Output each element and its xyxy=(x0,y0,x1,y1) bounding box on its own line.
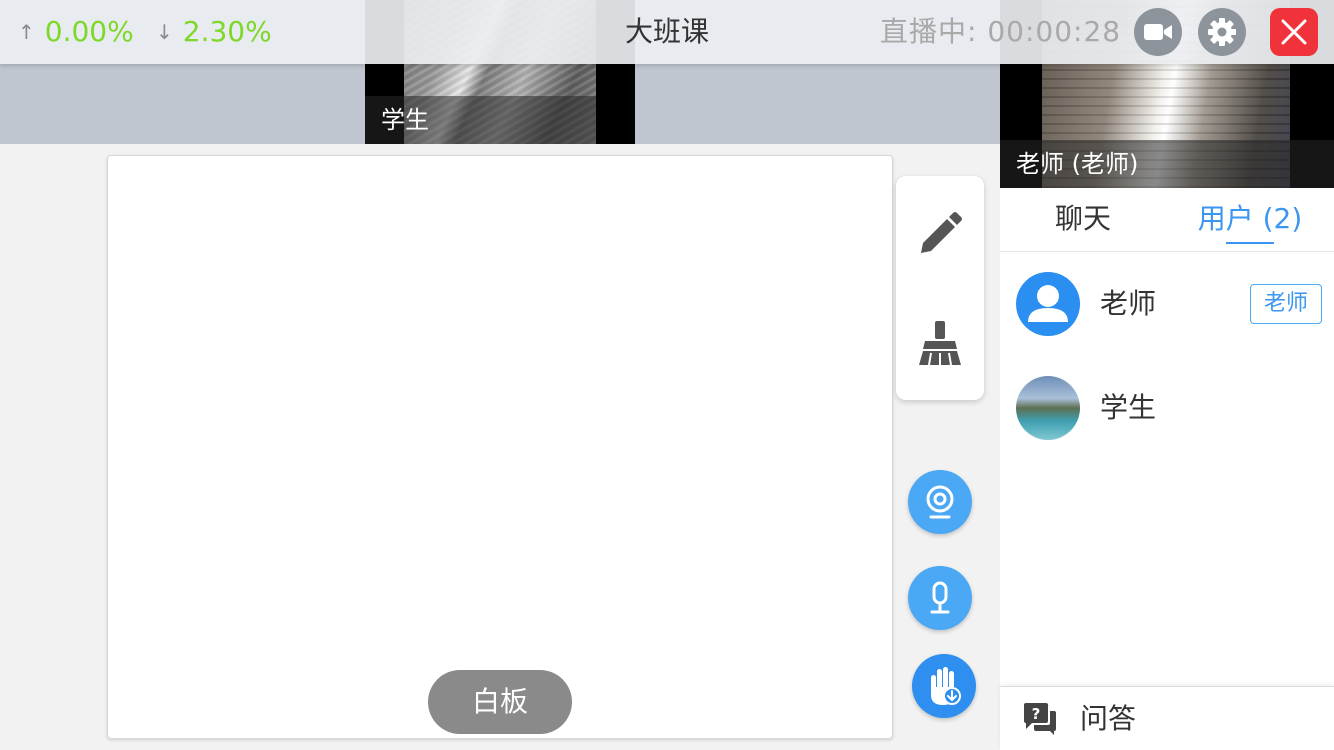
whiteboard-canvas[interactable] xyxy=(107,155,893,739)
video-camera-icon xyxy=(1144,24,1172,40)
user-list-item[interactable]: 学生 xyxy=(1000,356,1334,460)
camera-toggle-button[interactable] xyxy=(1134,8,1182,56)
close-button[interactable] xyxy=(1270,8,1318,56)
live-status: 直播中: 00:00:28 xyxy=(880,15,1122,48)
qa-label: 问答 xyxy=(1080,702,1137,735)
gear-icon xyxy=(1208,18,1236,46)
download-arrow-icon: ↓ xyxy=(156,20,173,44)
header-bar: ↑ 0.00% ↓ 2.30% 大班课 直播中: 00:00:28 xyxy=(0,0,1334,64)
avatar xyxy=(1016,272,1080,336)
close-icon xyxy=(1281,19,1307,45)
upload-rate: 0.00% xyxy=(44,15,134,48)
tab-chat[interactable]: 聊天 xyxy=(1028,188,1138,250)
teacher-video-label: 老师 (老师) xyxy=(1000,140,1334,188)
student-video-label: 学生 xyxy=(365,96,596,144)
raise-hand-icon xyxy=(931,667,961,705)
tab-users[interactable]: 用户 (2) xyxy=(1190,188,1310,250)
upload-stat: ↑ 0.00% xyxy=(18,14,134,50)
whiteboard-label[interactable]: 白板 xyxy=(428,670,572,734)
webcam-button[interactable] xyxy=(908,470,972,534)
download-stat: ↓ 2.30% xyxy=(156,14,272,50)
raise-hand-button[interactable] xyxy=(912,654,976,718)
user-name: 学生 xyxy=(1100,391,1157,424)
user-name: 老师 xyxy=(1100,287,1157,320)
svg-text:?: ? xyxy=(1032,705,1041,723)
role-badge: 老师 xyxy=(1250,284,1322,324)
user-icon xyxy=(1028,285,1068,322)
microphone-button[interactable] xyxy=(908,566,972,630)
qa-button[interactable]: ? 问答 xyxy=(1000,686,1334,750)
user-list-item[interactable]: 老师 老师 xyxy=(1000,252,1334,356)
download-rate: 2.30% xyxy=(182,15,272,48)
settings-button[interactable] xyxy=(1198,8,1246,56)
eraser-tool-button[interactable] xyxy=(896,288,984,400)
active-tab-indicator xyxy=(1226,242,1274,244)
microphone-icon xyxy=(930,581,950,614)
pen-tool-button[interactable] xyxy=(896,176,984,288)
side-panel: 聊天 用户 (2) 老师 老师 学生 ? 问答 xyxy=(1000,188,1334,750)
webcam-icon xyxy=(926,485,954,519)
avatar xyxy=(1016,376,1080,440)
question-chat-icon: ? xyxy=(1024,703,1056,735)
upload-arrow-icon: ↑ xyxy=(18,20,35,44)
drawing-tool-panel xyxy=(896,176,984,400)
broom-icon xyxy=(919,321,961,366)
pencil-icon xyxy=(921,212,962,253)
